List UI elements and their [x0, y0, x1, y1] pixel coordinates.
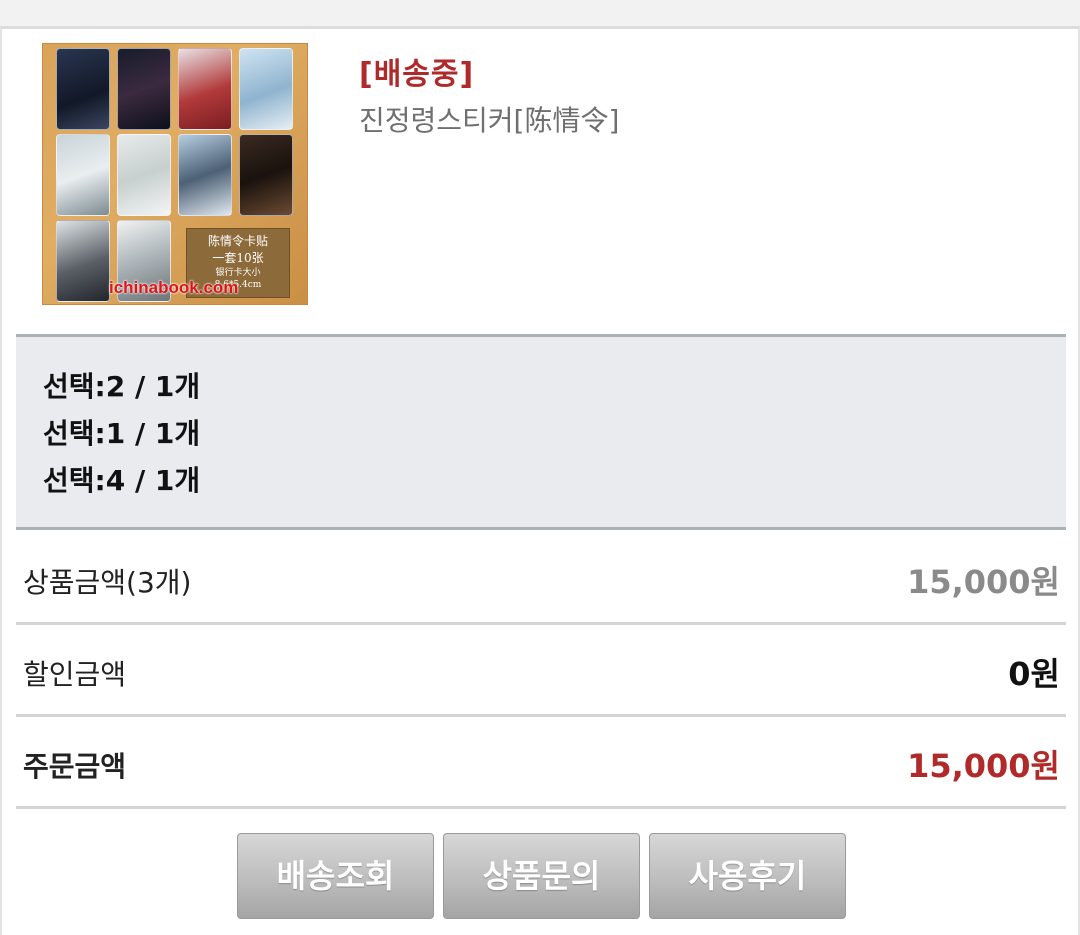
option-item: 선택:2 / 1개 [43, 370, 201, 403]
option-item: 선택:4 / 1개 [43, 464, 201, 497]
product-section: 陈情令卡贴 一套10张 银行卡大小 8.6*5.4cm ichinabook.c… [2, 29, 1078, 334]
product-thumbnail[interactable]: 陈情令卡贴 一套10张 银行卡大小 8.6*5.4cm ichinabook.c… [42, 43, 308, 305]
product-amount-value: 15,000원 [907, 563, 1060, 601]
photo-card-image [178, 134, 232, 216]
photo-card-image [178, 48, 232, 130]
thumbnail-caption-line: 一套10张 [212, 251, 264, 265]
discount-amount-row: 할인금액 0원 [16, 625, 1066, 717]
option-item: 선택:1 / 1개 [43, 417, 201, 450]
order-item-card: 陈情令卡贴 一套10张 银行卡大小 8.6*5.4cm ichinabook.c… [0, 26, 1080, 935]
order-amount-label: 주문금액 [23, 750, 127, 783]
photo-card-image [239, 134, 293, 216]
photo-card-image [56, 48, 110, 130]
track-delivery-button[interactable]: 배송조회 [237, 833, 434, 919]
photo-card-image [117, 48, 171, 130]
option-list: 선택:2 / 1개 선택:1 / 1개 선택:4 / 1개 [16, 334, 1066, 530]
photo-card-image [56, 220, 110, 302]
discount-amount-label: 할인금액 [23, 658, 127, 691]
discount-amount-value: 0원 [1008, 655, 1060, 693]
thumbnail-watermark: ichinabook.com [109, 278, 239, 297]
order-amount-value: 15,000원 [907, 747, 1060, 785]
review-button[interactable]: 사용후기 [649, 833, 846, 919]
delivery-status: [배송중] [359, 57, 475, 92]
product-amount-row: 상품금액(3개) 15,000원 [16, 533, 1066, 625]
photo-card-image [56, 134, 110, 216]
product-name[interactable]: 진정령스티커[陈情令] [359, 99, 619, 139]
photo-card-image [239, 48, 293, 130]
action-buttons: 배송조회 상품문의 사용후기 [2, 833, 1078, 923]
photo-card-image [117, 134, 171, 216]
product-inquiry-button[interactable]: 상품문의 [443, 833, 640, 919]
thumbnail-caption-line: 陈情令卡贴 [207, 234, 268, 248]
product-amount-label: 상품금액(3개) [23, 566, 192, 599]
order-amount-row: 주문금액 15,000원 [16, 717, 1066, 809]
